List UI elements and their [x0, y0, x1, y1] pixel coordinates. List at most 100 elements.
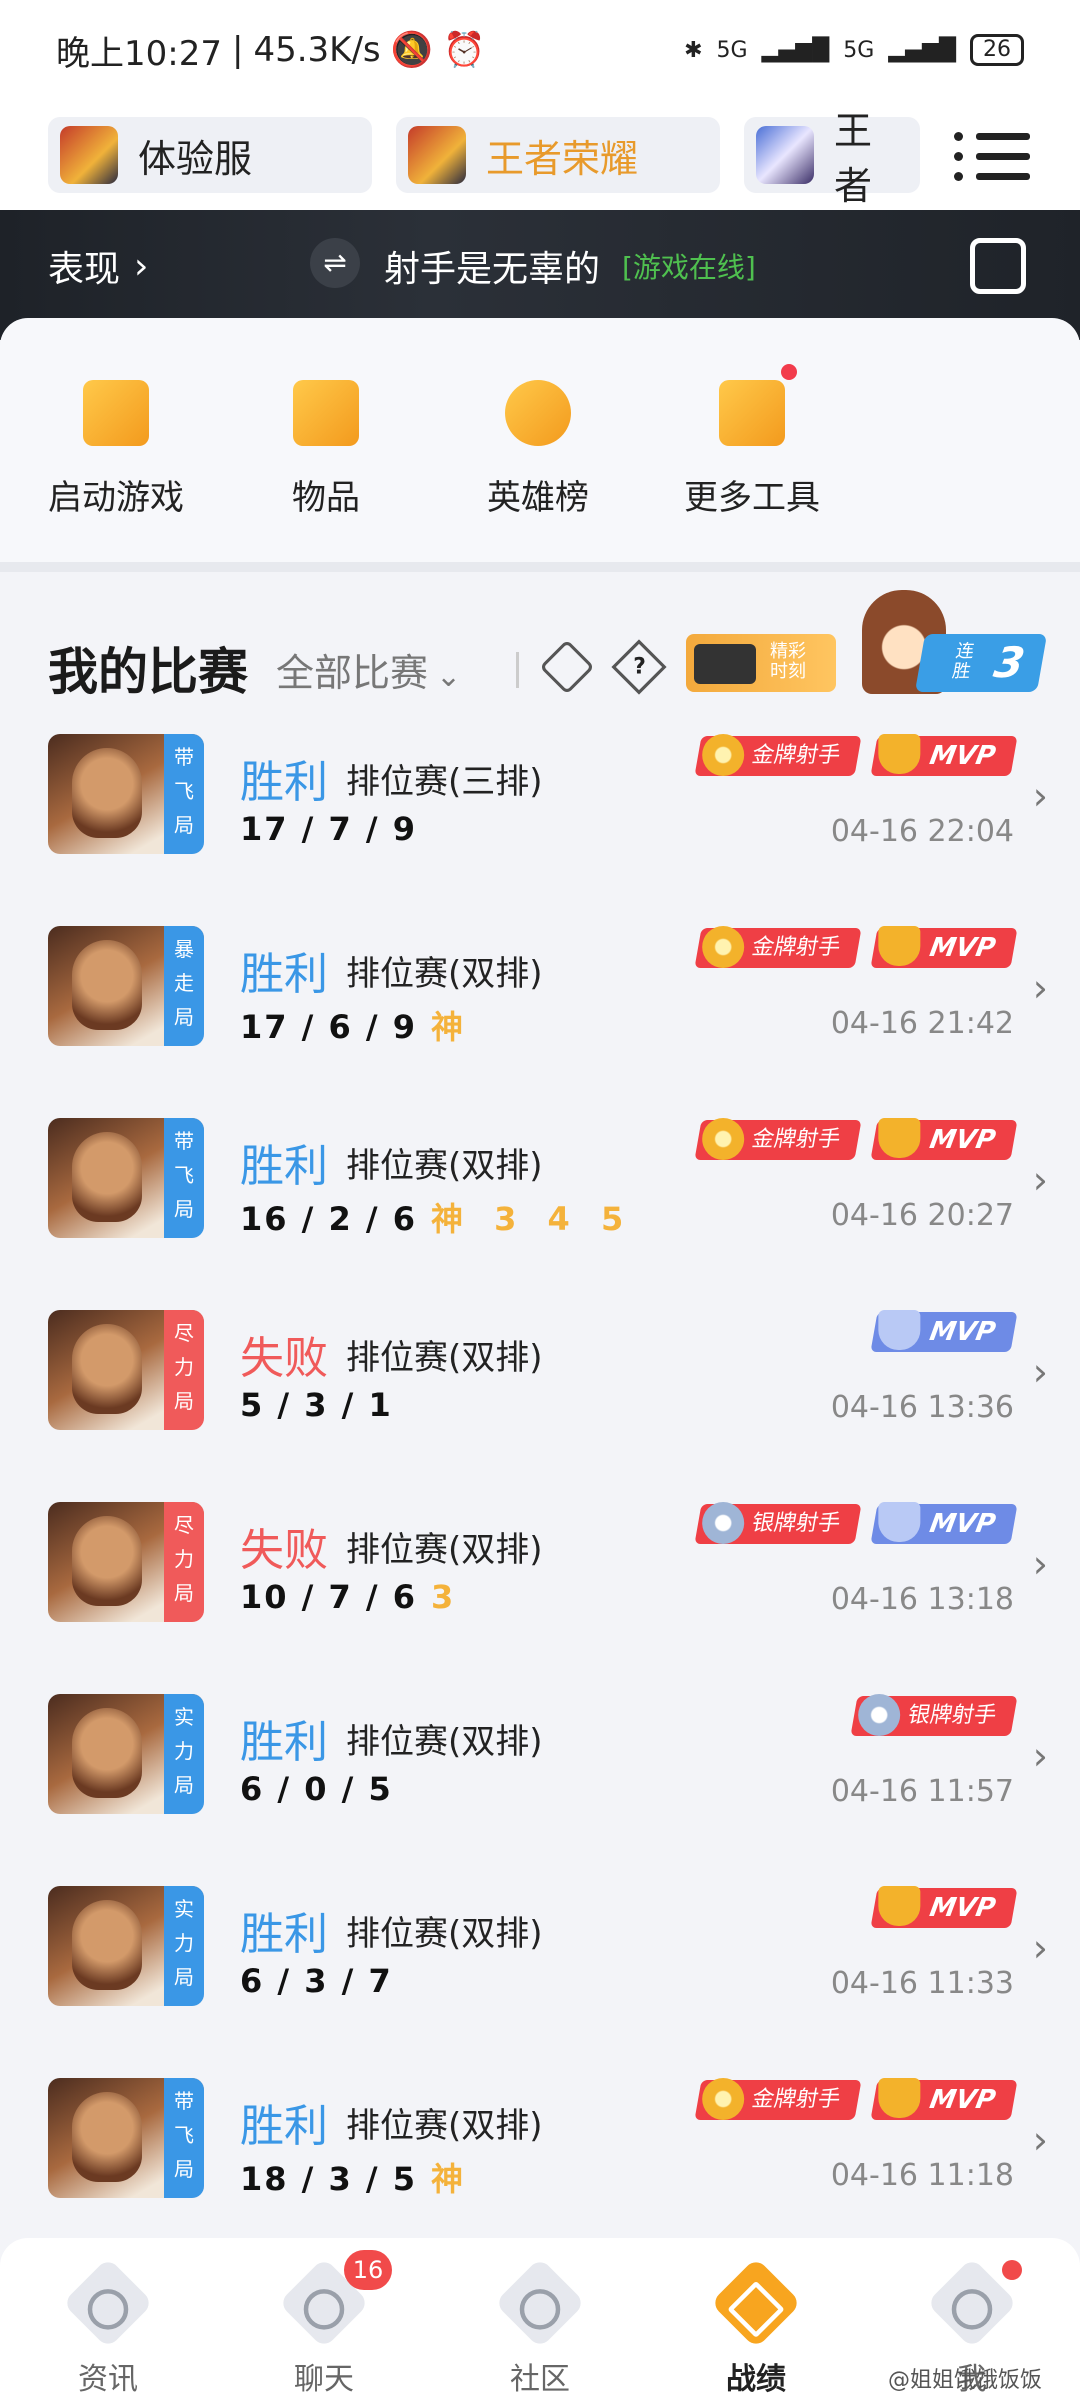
- medal-icon: [702, 734, 745, 776]
- match-mode: 排位赛(双排): [346, 954, 543, 994]
- chevron-down-icon: ⌄: [436, 659, 462, 694]
- match-time: 04-16 22:04: [830, 814, 1014, 849]
- chevron-right-icon: ›: [1032, 1926, 1048, 1970]
- game-tab-label: 王者荣耀: [486, 136, 639, 181]
- hero-portrait-icon: [72, 1324, 142, 1414]
- win-streak-banner[interactable]: 连 胜 3: [862, 590, 1048, 698]
- hero-portrait-icon: [72, 1132, 142, 1222]
- medal-icon: [702, 1502, 745, 1544]
- game-tab-label: 体验服: [138, 136, 253, 181]
- kda-score: 17 / 7 / 9: [240, 810, 417, 848]
- nav-tab-news[interactable]: 资讯: [0, 2238, 216, 2400]
- nav-tab-records[interactable]: 战绩: [648, 2238, 864, 2400]
- records-icon: [710, 2257, 802, 2349]
- hero-avatar: 带飞局: [48, 734, 204, 854]
- match-mode: 排位赛(双排): [346, 2106, 543, 2146]
- mvp-badge: MVP: [870, 926, 1018, 968]
- switch-account-icon[interactable]: ⇌: [310, 238, 360, 288]
- match-time: 04-16 13:18: [830, 1582, 1014, 1617]
- hero-portrait-icon: [72, 1708, 142, 1798]
- match-result: 失败: [240, 1333, 328, 1384]
- match-badges: MVP: [870, 1310, 1018, 1356]
- hero-portrait-icon: [72, 1516, 142, 1606]
- game-tab-third[interactable]: 王者: [744, 109, 920, 208]
- match-row[interactable]: 带飞局胜利 排位赛(双排) 18 / 3 / 5 神 金牌射手 MVP 04-16 11:1…: [0, 2046, 1080, 2238]
- tool-items[interactable]: 物品: [226, 380, 426, 519]
- performance-tag: 带飞局: [164, 1118, 204, 1238]
- medal-icon: [878, 1118, 921, 1158]
- game-tab-experience-server[interactable]: 体验服: [48, 117, 372, 193]
- nav-tab-chat[interactable]: 聊天 16: [216, 2238, 432, 2400]
- menu-list-icon[interactable]: [954, 118, 1030, 194]
- match-row[interactable]: 实力局胜利 排位赛(双排) 6 / 3 / 7 MVP 04-16 11:33 ›: [0, 1854, 1080, 2046]
- match-mode: 排位赛(双排): [346, 1146, 543, 1186]
- performance-tag: 实力局: [164, 1694, 204, 1814]
- match-badges: 银牌射手 MVP: [694, 1502, 1018, 1548]
- match-result: 胜利: [240, 2101, 328, 2152]
- match-time: 04-16 11:18: [830, 2158, 1014, 2193]
- signal-icon: ▂▄▆█: [761, 37, 830, 63]
- achievement-marks: 神: [431, 2160, 474, 2198]
- nav-tab-community[interactable]: 社区: [432, 2238, 648, 2400]
- play-game-icon: [83, 380, 149, 446]
- match-row[interactable]: 暴走局胜利 排位赛(双排) 17 / 6 / 9 神 金牌射手 MVP 04-16 21:4…: [0, 894, 1080, 1086]
- chevron-right-icon: ›: [1032, 966, 1048, 1010]
- match-time: 04-16 21:42: [830, 1006, 1014, 1041]
- unread-count-badge: 16: [344, 2250, 392, 2290]
- match-badges: 金牌射手 MVP: [694, 2078, 1018, 2124]
- mvp-badge: MVP: [870, 1886, 1018, 1928]
- more-tools-icon: [719, 364, 797, 446]
- share-icon[interactable]: [970, 238, 1026, 294]
- status-time: 晚上10:27: [56, 33, 222, 74]
- match-row[interactable]: 带飞局胜利 排位赛(三排) 17 / 7 / 9 金牌射手 MVP 04-16 22:04…: [0, 702, 1080, 894]
- items-icon: [293, 380, 359, 446]
- hero-avatar: 带飞局: [48, 2078, 204, 2198]
- kda-score: 6 / 0 / 5: [240, 1770, 393, 1808]
- hero-portrait-icon: [72, 940, 142, 1030]
- game-tabs: 体验服 王者荣耀 王者: [0, 100, 1080, 210]
- tool-more-tools[interactable]: 更多工具: [652, 364, 852, 519]
- highlight-moments-button[interactable]: 精彩 时刻: [686, 634, 836, 692]
- kda-score: 16 / 2 / 6神 3 4 5: [240, 1200, 634, 1238]
- match-badges: 金牌射手 MVP: [694, 734, 1018, 780]
- tool-hero-rank[interactable]: 英雄榜: [438, 380, 638, 519]
- match-row[interactable]: 尽力局失败 排位赛(双排) 10 / 7 / 6 3 银牌射手 MVP 04-16 13:1…: [0, 1470, 1080, 1662]
- kda-score: 6 / 3 / 7: [240, 1962, 393, 2000]
- player-name: 射手是无辜的: [384, 249, 601, 290]
- match-row[interactable]: 实力局胜利 排位赛(双排) 6 / 0 / 5 银牌射手 04-16 11:57 ›: [0, 1662, 1080, 1854]
- hero-rank-icon: [505, 380, 571, 446]
- news-icon: [62, 2257, 154, 2349]
- gold-shooter-badge: 金牌射手: [694, 734, 862, 776]
- match-mode: 排位赛(双排): [346, 1338, 543, 1378]
- signal-icon: ▂▄▆█: [888, 37, 956, 63]
- performance-tag: 尽力局: [164, 1310, 204, 1430]
- kda-score: 10 / 7 / 63: [240, 1578, 464, 1616]
- hero-portrait-icon: [72, 1900, 142, 1990]
- performance-link[interactable]: 表现 ›: [48, 240, 148, 292]
- section-title: 我的比赛: [48, 643, 248, 701]
- medal-icon: [878, 1310, 921, 1350]
- hero-avatar: 尽力局: [48, 1310, 204, 1430]
- video-camera-icon: [694, 644, 756, 684]
- achievement-marks: 神 3 4 5: [431, 1200, 634, 1238]
- divider: [516, 652, 519, 688]
- match-row[interactable]: 带飞局胜利 排位赛(双排) 16 / 2 / 6神 3 4 5 金牌射手 MVP 04-1…: [0, 1086, 1080, 1278]
- kda-score: 5 / 3 / 1: [240, 1386, 393, 1424]
- game-tab-honor-of-kings[interactable]: 王者荣耀: [396, 117, 720, 193]
- kda-score: 18 / 3 / 5神: [240, 2160, 474, 2198]
- tool-launch-game[interactable]: 启动游戏: [16, 380, 216, 519]
- gold-shooter-badge: 金牌射手: [694, 926, 862, 968]
- match-mode: 排位赛(双排): [346, 1722, 543, 1762]
- hexagon-settings-icon[interactable]: [539, 639, 595, 695]
- match-filter-dropdown[interactable]: 全部比赛 ⌄: [276, 642, 461, 697]
- tools-panel: 启动游戏 物品 英雄榜 更多工具: [0, 318, 1080, 562]
- medal-icon: [878, 2078, 921, 2118]
- match-row[interactable]: 尽力局失败 排位赛(双排) 5 / 3 / 1 MVP 04-16 13:36 ›: [0, 1278, 1080, 1470]
- network-label-2: 5G: [843, 37, 875, 63]
- game-tab-label: 王者: [834, 109, 873, 208]
- medal-icon: [878, 1886, 921, 1926]
- performance-tag: 暴走局: [164, 926, 204, 1046]
- alarm-icon: ⏰: [442, 30, 486, 70]
- gold-shooter-badge: 金牌射手: [694, 2078, 862, 2120]
- help-icon[interactable]: ?: [611, 639, 667, 695]
